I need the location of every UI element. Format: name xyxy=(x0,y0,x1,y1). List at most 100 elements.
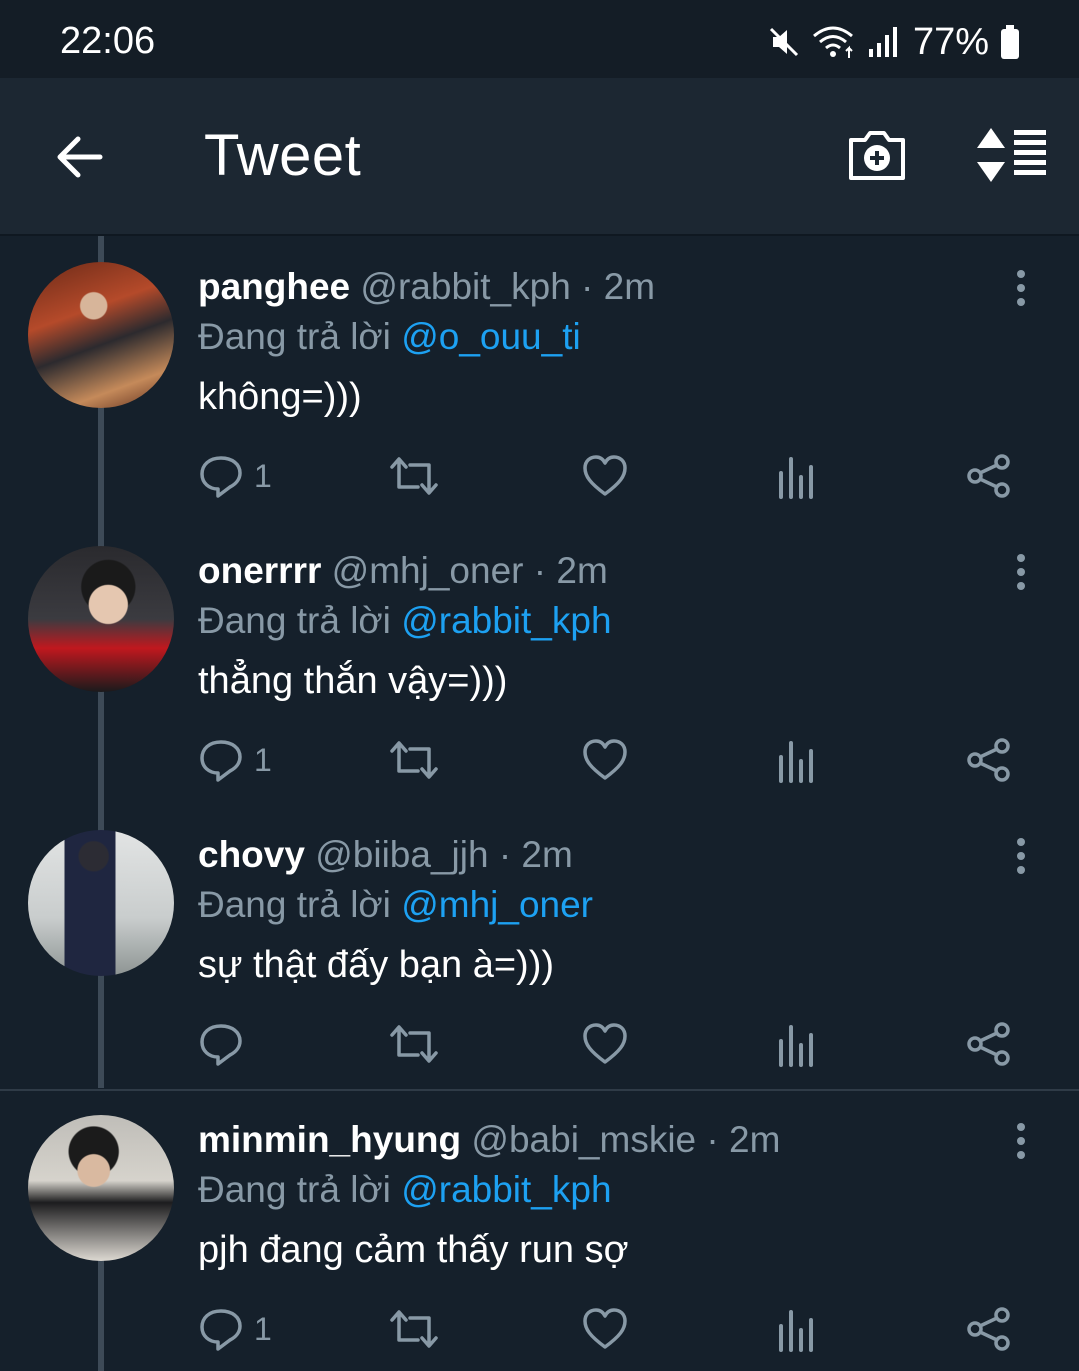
tweet[interactable]: onerrrr @mhj_oner · 2m Đang trả lời @rab… xyxy=(0,520,1079,804)
reply-context: Đang trả lời @mhj_oner xyxy=(198,884,593,926)
reply-prefix: Đang trả lời xyxy=(198,1169,402,1210)
more-options-icon[interactable] xyxy=(1010,268,1032,308)
tweet-actions: 1 xyxy=(198,451,1028,501)
avatar[interactable] xyxy=(28,262,174,408)
user-handle-time: @babi_mskie · 2m xyxy=(471,1119,781,1160)
tweet-header: minmin_hyung @babi_mskie · 2m xyxy=(198,1119,780,1169)
reply-button[interactable]: 1 xyxy=(198,451,272,501)
battery-percentage: 77% xyxy=(912,20,989,63)
reply-context: Đang trả lời @rabbit_kph xyxy=(198,600,612,642)
tweet-header: chovy @biiba_jjh · 2m xyxy=(198,834,573,884)
user-name[interactable]: panghee xyxy=(198,266,350,307)
tweet-actions xyxy=(198,1019,1028,1069)
tweet-header: onerrrr @mhj_oner · 2m xyxy=(198,550,608,600)
reply-button[interactable]: 1 xyxy=(198,735,272,785)
user-name[interactable]: chovy xyxy=(198,834,305,875)
like-button[interactable] xyxy=(582,735,628,785)
status-icons: 77% xyxy=(767,20,1021,63)
tweet-text: thẳng thắn vậy=))) xyxy=(198,660,508,702)
analytics-icon xyxy=(779,457,813,499)
like-button[interactable] xyxy=(582,1304,628,1354)
user-handle-time: @rabbit_kph · 2m xyxy=(360,266,656,307)
analytics-button[interactable] xyxy=(776,1019,816,1069)
signal-icon xyxy=(868,27,897,57)
reply-icon xyxy=(200,1309,242,1351)
reply-prefix: Đang trả lời xyxy=(198,316,402,357)
tweet[interactable]: minmin_hyung @babi_mskie · 2m Đang trả l… xyxy=(0,1091,1079,1371)
reply-button[interactable]: 1 xyxy=(198,1304,272,1354)
tweet-text: sự thật đấy bạn à=))) xyxy=(198,944,555,986)
reply-mention-link[interactable]: @o_ouu_ti xyxy=(401,316,581,357)
reply-button[interactable] xyxy=(198,1019,254,1069)
status-bar: 22:06 77% xyxy=(0,0,1079,78)
retweet-icon xyxy=(390,457,438,495)
avatar[interactable] xyxy=(28,830,174,976)
more-options-icon[interactable] xyxy=(1010,552,1032,592)
retweet-button[interactable] xyxy=(388,735,440,785)
camera-plus-icon[interactable] xyxy=(846,124,908,186)
status-time: 22:06 xyxy=(60,20,156,62)
retweet-button[interactable] xyxy=(388,451,440,501)
analytics-icon xyxy=(779,1310,813,1352)
reply-count: 1 xyxy=(254,457,272,494)
like-button[interactable] xyxy=(582,1019,628,1069)
share-button[interactable] xyxy=(966,451,1012,501)
reply-icon xyxy=(200,740,242,782)
more-options-icon[interactable] xyxy=(1010,1121,1032,1161)
tweet-header: panghee @rabbit_kph · 2m xyxy=(198,266,655,316)
tweet-actions: 1 xyxy=(198,735,1028,785)
user-name[interactable]: onerrrr xyxy=(198,550,321,591)
analytics-button[interactable] xyxy=(776,451,816,501)
retweet-icon xyxy=(390,1025,438,1063)
reply-count: 1 xyxy=(254,741,272,778)
back-arrow-icon[interactable] xyxy=(52,130,106,184)
retweet-button[interactable] xyxy=(388,1019,440,1069)
analytics-button[interactable] xyxy=(776,1304,816,1354)
more-options-icon[interactable] xyxy=(1010,836,1032,876)
share-button[interactable] xyxy=(966,735,1012,785)
app-bar: Tweet xyxy=(0,78,1079,236)
tweet[interactable]: panghee @rabbit_kph · 2m Đang trả lời @o… xyxy=(0,236,1079,520)
analytics-button[interactable] xyxy=(776,735,816,785)
retweet-icon xyxy=(390,1310,438,1348)
battery-icon xyxy=(1001,25,1019,59)
avatar[interactable] xyxy=(28,546,174,692)
page-title: Tweet xyxy=(204,123,362,188)
reply-count: 1 xyxy=(254,1310,272,1347)
tweet-feed: panghee @rabbit_kph · 2m Đang trả lời @o… xyxy=(0,236,1079,1371)
tweet-text: không=))) xyxy=(198,376,362,418)
wifi-icon xyxy=(812,26,853,58)
analytics-icon xyxy=(779,741,813,783)
heart-icon xyxy=(583,1308,627,1349)
user-name[interactable]: minmin_hyung xyxy=(198,1119,461,1160)
heart-icon xyxy=(583,739,627,780)
tweet-actions: 1 xyxy=(198,1304,1028,1354)
retweet-icon xyxy=(390,741,438,779)
like-button[interactable] xyxy=(582,451,628,501)
mute-icon xyxy=(769,27,798,57)
reply-mention-link[interactable]: @rabbit_kph xyxy=(401,600,611,641)
reply-context: Đang trả lời @o_ouu_ti xyxy=(198,316,581,358)
reply-context: Đang trả lời @rabbit_kph xyxy=(198,1169,612,1211)
heart-icon xyxy=(583,455,627,496)
share-icon xyxy=(967,1022,1010,1066)
user-handle-time: @mhj_oner · 2m xyxy=(331,550,608,591)
reply-mention-link[interactable]: @rabbit_kph xyxy=(401,1169,611,1210)
reply-icon xyxy=(200,456,242,498)
reply-prefix: Đang trả lời xyxy=(198,884,402,925)
analytics-icon xyxy=(779,1025,813,1067)
heart-icon xyxy=(583,1023,627,1064)
reply-mention-link[interactable]: @mhj_oner xyxy=(401,884,593,925)
share-icon xyxy=(967,738,1010,782)
retweet-button[interactable] xyxy=(388,1304,440,1354)
sort-list-icon[interactable] xyxy=(974,126,1050,184)
share-icon xyxy=(967,1307,1010,1351)
tweet-text: pjh đang cảm thấy run sợ xyxy=(198,1229,629,1271)
share-button[interactable] xyxy=(966,1304,1012,1354)
share-button[interactable] xyxy=(966,1019,1012,1069)
user-handle-time: @biiba_jjh · 2m xyxy=(315,834,573,875)
reply-icon xyxy=(200,1024,242,1066)
tweet[interactable]: chovy @biiba_jjh · 2m Đang trả lời @mhj_… xyxy=(0,804,1079,1088)
avatar[interactable] xyxy=(28,1115,174,1261)
share-icon xyxy=(967,454,1010,498)
